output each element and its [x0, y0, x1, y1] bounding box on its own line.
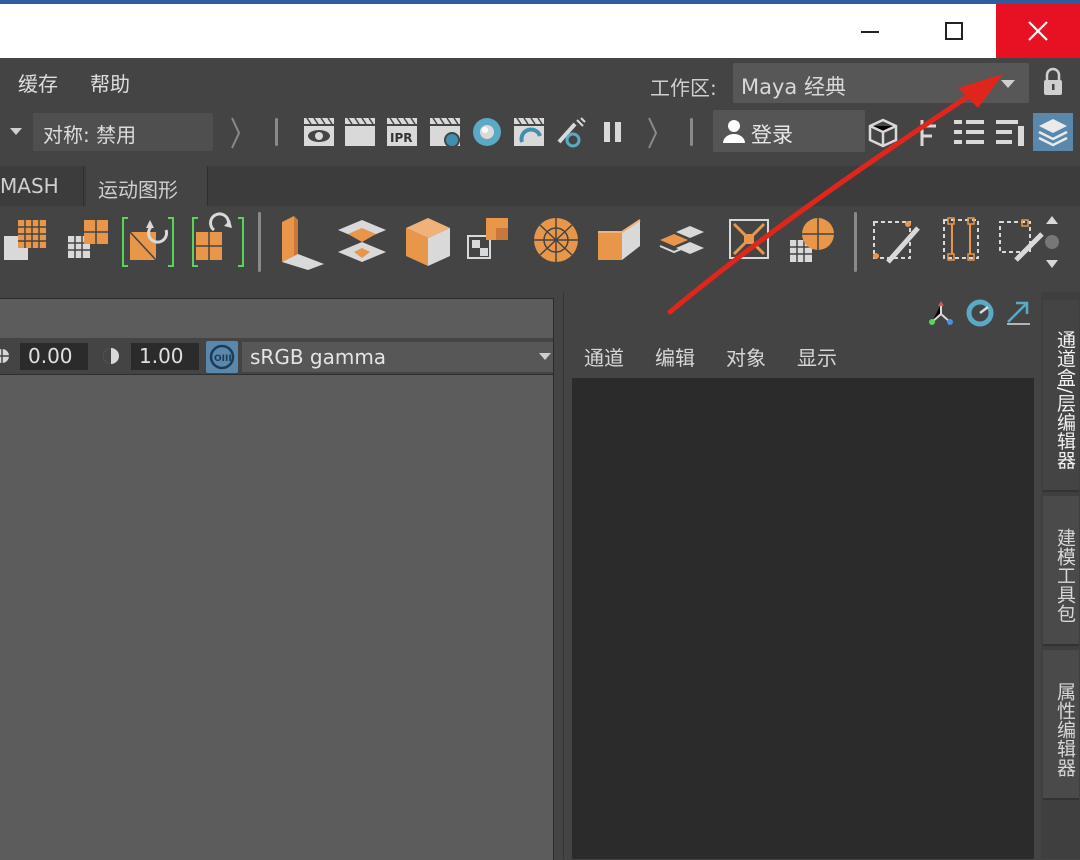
login-button[interactable]: 登录 — [713, 110, 865, 152]
uv-stack-icon[interactable] — [274, 212, 330, 272]
pause-icon[interactable] — [596, 116, 630, 148]
expand-arrow-icon[interactable] — [1004, 298, 1032, 326]
shelf-divider — [258, 212, 261, 272]
uv-shells-icon[interactable] — [462, 212, 518, 272]
render-sequence-icon[interactable] — [512, 116, 546, 148]
shelf-scroll-icon[interactable] — [1042, 212, 1062, 272]
collapse-arrow-icon[interactable] — [645, 116, 659, 150]
channel-list[interactable] — [572, 378, 1034, 859]
spherical-uv-icon[interactable] — [528, 212, 584, 272]
menu-channels[interactable]: 通道 — [584, 342, 624, 371]
chevron-down-icon[interactable] — [10, 128, 22, 135]
tab-mash[interactable]: MASH — [0, 166, 84, 206]
minimize-icon — [861, 31, 879, 33]
uv-layout-icon[interactable] — [334, 212, 390, 272]
viewport-panel[interactable] — [0, 298, 554, 860]
lock-icon[interactable] — [1041, 66, 1065, 98]
maximize-button[interactable] — [912, 4, 996, 58]
menu-object[interactable]: 对象 — [726, 342, 766, 371]
gamma-field[interactable]: 1.00 — [131, 343, 199, 370]
exposure-icon — [0, 349, 9, 363]
workspace-dropdown[interactable]: Maya 经典 — [733, 63, 1029, 103]
hypershade-icon[interactable] — [470, 116, 504, 148]
uv-grid-icon[interactable] — [0, 212, 56, 272]
tab-modeling-toolkit[interactable]: 建模工具包 — [1043, 496, 1079, 646]
gamma-icon — [103, 348, 119, 364]
symmetry-field[interactable]: 对称: 禁用 — [33, 113, 213, 151]
layers-icon — [1038, 119, 1068, 147]
ipr-render-icon[interactable]: IPR — [385, 116, 419, 148]
modeling-toolkit-icon[interactable] — [866, 116, 900, 148]
speed-dial-icon[interactable] — [966, 299, 994, 327]
attribute-editor-icon[interactable] — [952, 116, 986, 148]
render-frame-icon[interactable] — [343, 116, 377, 148]
rotate-uv-cw-icon[interactable] — [190, 212, 246, 272]
svg-text:IPR: IPR — [390, 131, 413, 145]
menu-cache[interactable]: 缓存 — [18, 68, 58, 97]
planar-uv-icon[interactable] — [592, 212, 648, 272]
tab-channel-box-layer-editor[interactable]: 通道盒/层编辑器 — [1043, 300, 1079, 492]
tab-motion-graphics[interactable]: 运动图形 — [86, 166, 208, 206]
character-controls-icon[interactable] — [912, 116, 946, 148]
light-editor-icon[interactable] — [553, 116, 587, 148]
axis-manipulator-icon[interactable] — [928, 300, 954, 326]
view-transform-icon: OIII — [209, 344, 235, 370]
login-label: 登录 — [751, 123, 793, 147]
shelf-divider — [854, 212, 857, 272]
rotate-uv-ccw-icon[interactable] — [120, 212, 176, 272]
cube-uv-icon[interactable] — [400, 212, 456, 272]
uv-bounding-box-icon[interactable] — [722, 212, 778, 272]
toolbar-divider — [690, 118, 693, 146]
sphere-grid-uv-icon[interactable] — [786, 212, 842, 272]
sew-uv-icon[interactable] — [934, 212, 990, 272]
exposure-field[interactable]: 0.00 — [20, 343, 88, 370]
workspace-value: Maya 经典 — [741, 75, 846, 99]
cut-uv-icon[interactable] — [868, 212, 924, 272]
toolbar-divider — [275, 118, 278, 146]
minimize-button[interactable] — [828, 4, 912, 58]
chevron-down-icon — [1001, 80, 1015, 88]
render-view-icon[interactable] — [302, 116, 336, 148]
view-transform-toggle[interactable]: OIII — [206, 341, 238, 373]
close-icon — [1028, 21, 1048, 41]
tab-attribute-editor[interactable]: 属性编辑器 — [1043, 650, 1079, 800]
user-icon — [723, 120, 745, 143]
uv-tile-icon[interactable] — [62, 212, 118, 272]
unfold-uv-icon[interactable] — [656, 212, 712, 272]
collapse-arrow-icon[interactable] — [228, 116, 242, 150]
svg-text:OIII: OIII — [214, 354, 232, 364]
chevron-down-icon — [539, 353, 551, 360]
view-transform-value: sRGB gamma — [250, 345, 387, 369]
tool-settings-icon[interactable] — [994, 116, 1028, 148]
menu-display[interactable]: 显示 — [797, 342, 837, 371]
channel-box-toggle-button[interactable] — [1033, 113, 1073, 151]
render-settings-icon[interactable] — [428, 116, 462, 148]
symmetry-label: 对称: 禁用 — [43, 123, 137, 147]
menu-edit[interactable]: 编辑 — [655, 342, 695, 371]
view-transform-dropdown[interactable]: sRGB gamma — [242, 342, 553, 372]
workspace-label: 工作区: — [650, 76, 717, 100]
maximize-icon — [945, 22, 963, 40]
close-button[interactable] — [996, 4, 1080, 58]
menu-help[interactable]: 帮助 — [90, 68, 130, 97]
